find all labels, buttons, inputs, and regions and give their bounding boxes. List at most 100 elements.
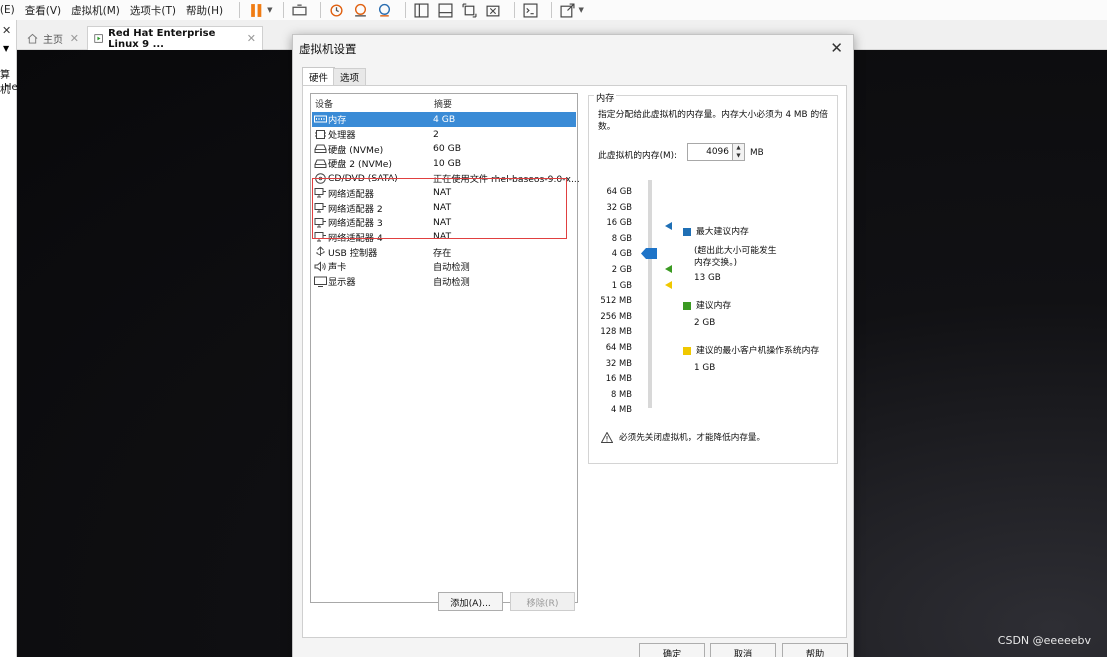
- memory-slider-track[interactable]: [648, 180, 652, 408]
- menu-view[interactable]: 查看(V): [25, 3, 61, 18]
- tab-home[interactable]: 主页 ✕: [21, 26, 85, 50]
- device-name: CD/DVD (SATA): [328, 172, 398, 184]
- watermark: CSDN @eeeeebv: [997, 634, 1091, 647]
- close-tab-icon[interactable]: ✕: [247, 32, 256, 45]
- send-keys-icon[interactable]: [290, 2, 310, 18]
- device-row[interactable]: 网络适配器 NAT: [312, 186, 576, 201]
- max-recommended-note: (超出此大小可能发生内存交换。): [694, 246, 777, 268]
- unity-icon[interactable]: [460, 2, 480, 18]
- stretch-icon[interactable]: [484, 2, 504, 18]
- device-name: 网络适配器: [328, 188, 374, 200]
- network-icon: [313, 231, 327, 242]
- menu-vm[interactable]: 虚拟机(M): [71, 3, 120, 18]
- device-summary: NAT: [433, 187, 452, 199]
- usb-icon: [313, 246, 327, 257]
- memory-slider-thumb[interactable]: [641, 247, 657, 259]
- close-library-icon[interactable]: ✕: [2, 24, 11, 37]
- memory-spinner[interactable]: ▲ ▼: [732, 143, 745, 161]
- device-row[interactable]: 网络适配器 4 NAT: [312, 230, 576, 245]
- max-recommended-swatch: [683, 228, 691, 236]
- menu-tabs[interactable]: 选项卡(T): [130, 3, 176, 18]
- menu-edit[interactable]: l(E): [0, 4, 15, 16]
- snapshot-icon[interactable]: [327, 2, 347, 18]
- recommended-swatch: [683, 302, 691, 310]
- device-summary: 10 GB: [433, 157, 462, 169]
- min-guest-swatch: [683, 347, 691, 355]
- console-icon[interactable]: [521, 2, 541, 18]
- device-row[interactable]: 显示器 自动检测: [312, 274, 576, 289]
- scale-tick-label: 512 MB: [600, 295, 632, 306]
- tab-hardware[interactable]: 硬件: [302, 67, 336, 85]
- normal-view-icon[interactable]: [412, 2, 432, 18]
- scale-tick-label: 256 MB: [600, 310, 632, 321]
- autofit-icon[interactable]: [558, 2, 578, 18]
- network-icon: [313, 187, 327, 198]
- tab-home-label: 主页: [43, 34, 63, 46]
- disk-icon: [313, 158, 327, 169]
- ok-button[interactable]: 确定: [639, 643, 705, 657]
- memory-input[interactable]: 4096: [687, 143, 733, 161]
- scale-tick-label: 4 GB: [611, 248, 632, 259]
- memory-warning: 必须先关闭虚拟机，才能降低内存量。: [601, 431, 765, 443]
- device-summary: 2: [433, 128, 439, 140]
- device-list-header: 设备 摘要: [314, 97, 576, 110]
- cancel-button[interactable]: 取消: [710, 643, 776, 657]
- toolbar-separator: [404, 2, 406, 18]
- revert-snapshot-icon[interactable]: [351, 2, 371, 18]
- memory-warning-text: 必须先关闭虚拟机，才能降低内存量。: [619, 433, 766, 443]
- pause-dropdown-icon[interactable]: ▼: [267, 6, 272, 14]
- device-row[interactable]: 处理器 2: [312, 127, 576, 142]
- fullscreen-view-icon[interactable]: [436, 2, 456, 18]
- device-list[interactable]: 设备 摘要 内存 4 GB 处理器 2 硬盘 (NVMe) 60 GB 硬盘 2 (NVMe…: [310, 93, 580, 603]
- memory-unit: MB: [750, 148, 764, 158]
- library-item-label[interactable]: He: [4, 82, 18, 93]
- scale-tick-label: 16 MB: [605, 373, 632, 384]
- help-button[interactable]: 帮助: [782, 643, 848, 657]
- device-name: 声卡: [328, 262, 347, 274]
- spin-down-icon[interactable]: ▼: [733, 152, 744, 160]
- remove-button[interactable]: 移除(R): [510, 592, 575, 611]
- device-row[interactable]: 声卡 自动检测: [312, 259, 576, 274]
- toolbar-separator: [282, 2, 284, 18]
- scale-tick-label: 16 GB: [606, 217, 632, 228]
- scale-tick-label: 8 MB: [611, 388, 632, 399]
- scale-tick-label: 64 GB: [606, 186, 632, 196]
- device-name: 网络适配器 3: [328, 218, 383, 230]
- column-device[interactable]: 设备: [315, 97, 333, 110]
- add-button[interactable]: 添加(A)...: [438, 592, 503, 611]
- device-row[interactable]: 内存 4 GB: [312, 112, 576, 127]
- library-dropdown-icon[interactable]: ▼: [3, 44, 9, 53]
- pause-icon[interactable]: [246, 2, 266, 18]
- scale-tick-label: 1 GB: [611, 279, 632, 290]
- cpu-icon: [313, 129, 327, 140]
- close-icon[interactable]: ✕: [830, 39, 843, 57]
- recommended-marker: [665, 265, 672, 273]
- device-row[interactable]: USB 控制器 存在: [312, 244, 576, 259]
- column-summary[interactable]: 摘要: [434, 97, 452, 110]
- device-name: 网络适配器 2: [328, 203, 383, 215]
- device-row[interactable]: 网络适配器 3 NAT: [312, 215, 576, 230]
- scale-tick-label: 128 MB: [600, 326, 632, 337]
- device-row[interactable]: 硬盘 (NVMe) 60 GB: [312, 141, 576, 156]
- device-row[interactable]: 硬盘 2 (NVMe) 10 GB: [312, 156, 576, 171]
- spin-up-icon[interactable]: ▲: [733, 144, 744, 152]
- tab-vm[interactable]: Red Hat Enterprise Linux 9 ... ✕: [87, 26, 263, 50]
- menu-help[interactable]: 帮助(H): [186, 3, 223, 18]
- scale-tick-label: 32 MB: [605, 357, 632, 368]
- device-name: 处理器: [328, 130, 356, 142]
- device-name: USB 控制器: [328, 247, 378, 259]
- close-tab-icon[interactable]: ✕: [70, 32, 79, 45]
- recommended-label: 建议内存: [696, 301, 732, 311]
- tab-options[interactable]: 选项: [333, 68, 367, 85]
- app-window: l(E) 查看(V) 虚拟机(M) 选项卡(T) 帮助(H) ▼: [0, 0, 1107, 657]
- scale-tick-label: 32 GB: [606, 201, 632, 212]
- network-icon: [313, 217, 327, 228]
- vm-settings-dialog: 虚拟机设置 ✕ 硬件 选项 设备 摘要 内存 4 GB 处理器 2 硬盘 (NVMe) 6…: [292, 34, 854, 657]
- disk-icon: [313, 143, 327, 154]
- home-icon: [27, 33, 38, 44]
- autofit-dropdown-icon[interactable]: ▼: [579, 6, 584, 14]
- device-row[interactable]: CD/DVD (SATA) 正在使用文件 rhel-baseos-9.0-x...: [312, 171, 580, 186]
- device-row[interactable]: 网络适配器 2 NAT: [312, 200, 576, 215]
- manage-snapshots-icon[interactable]: [375, 2, 395, 18]
- device-name: 网络适配器 4: [328, 232, 383, 244]
